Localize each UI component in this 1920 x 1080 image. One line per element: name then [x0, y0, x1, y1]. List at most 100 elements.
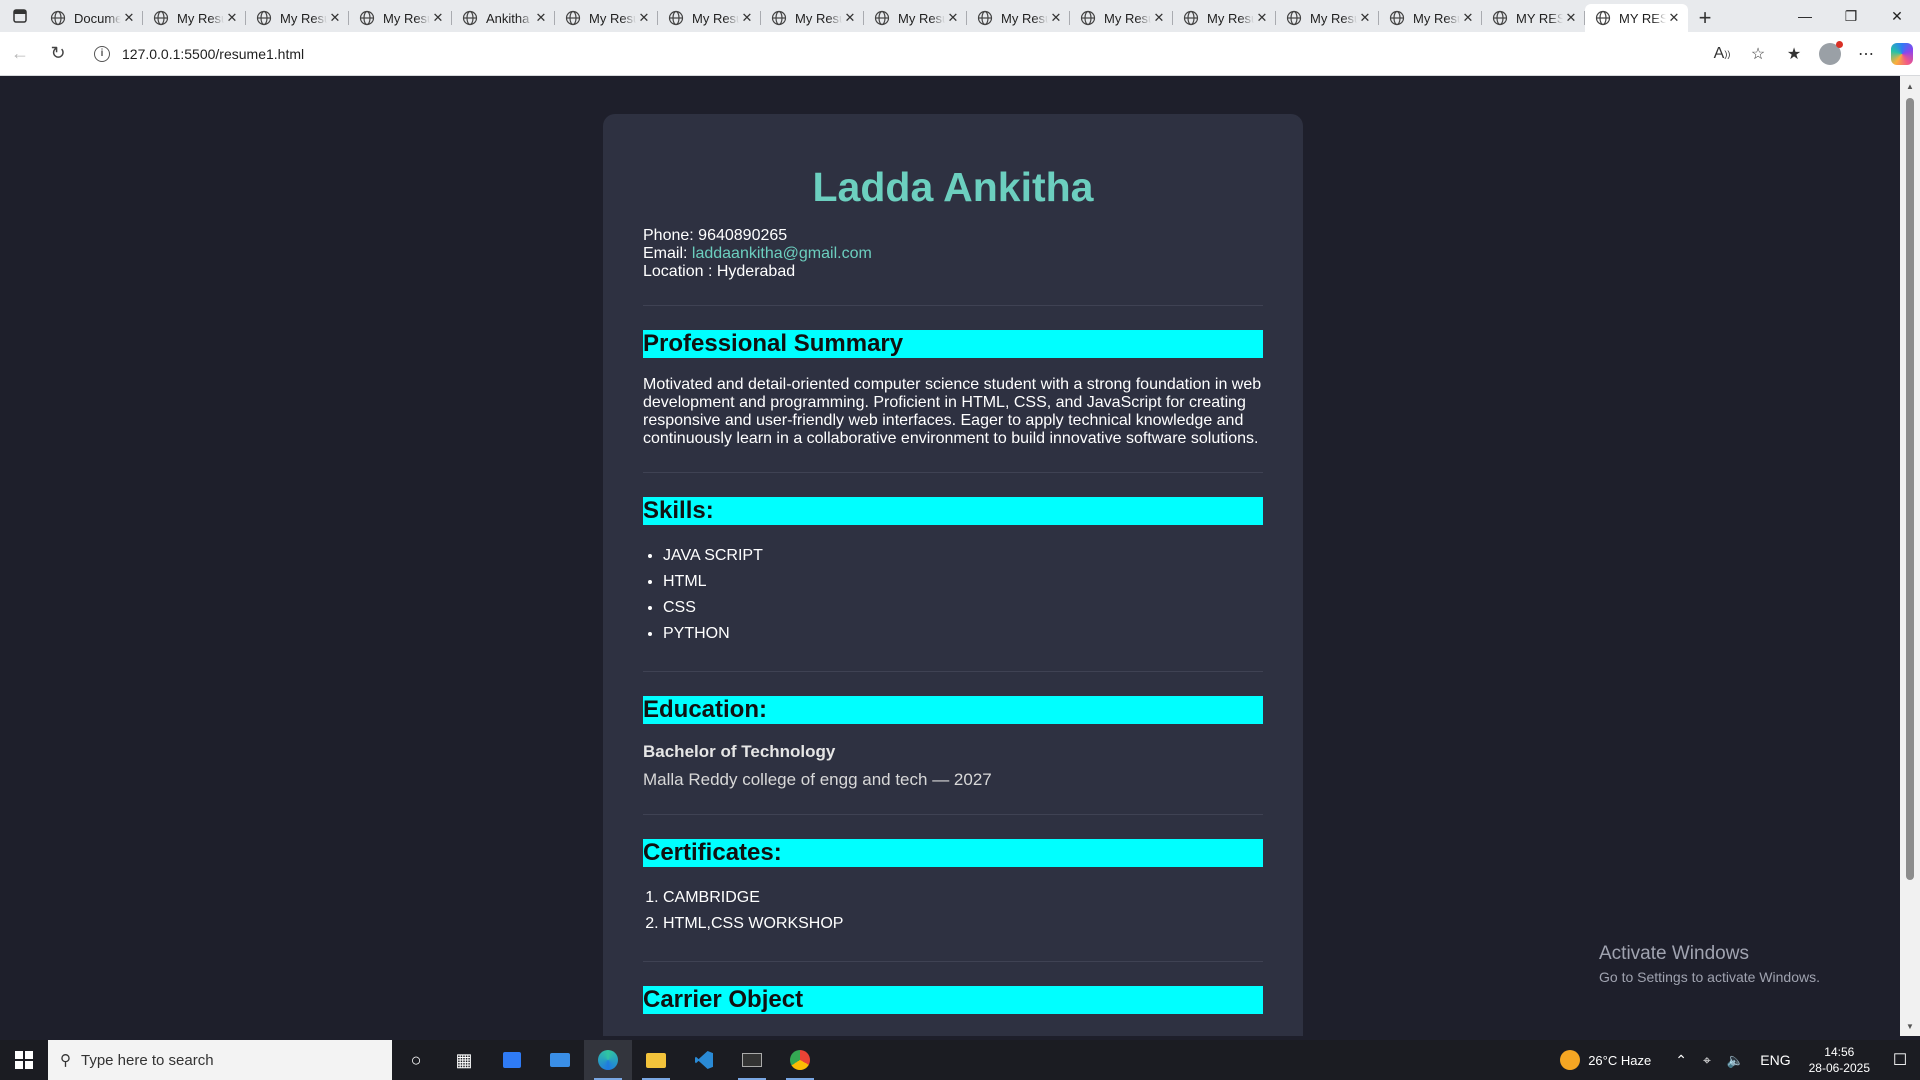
scroll-thumb[interactable] — [1906, 98, 1914, 880]
page-viewport: Ladda Ankitha Phone: 9640890265 Email: l… — [4, 76, 1900, 1036]
career-heading: Carrier Object — [643, 986, 1263, 1014]
watermark-title: Activate Windows — [1599, 943, 1749, 964]
mail-icon[interactable] — [536, 1040, 584, 1080]
browser-tab[interactable]: MY RES ✕ — [1585, 4, 1688, 32]
tab-list: Docume ✕ My Resu ✕ My Resu ✕ My Resu ✕ Ankitha ✕ M… — [40, 0, 1688, 32]
copilot-button[interactable] — [1884, 36, 1920, 72]
close-icon[interactable]: ✕ — [533, 10, 549, 26]
browser-tab[interactable]: My Resu ✕ — [349, 4, 452, 32]
close-icon[interactable]: ✕ — [945, 10, 961, 26]
close-icon[interactable]: ✕ — [430, 10, 446, 26]
profile-button[interactable] — [1812, 36, 1848, 72]
language-indicator[interactable]: ENG — [1760, 1052, 1790, 1068]
divider — [643, 671, 1263, 672]
browser-tab[interactable]: MY RES ✕ — [1482, 4, 1585, 32]
favorite-star-icon[interactable]: ☆ — [1740, 36, 1776, 72]
back-button[interactable]: ← — [2, 36, 38, 72]
vscode-icon[interactable] — [680, 1040, 728, 1080]
tab-title: MY RES — [1516, 10, 1563, 26]
close-icon[interactable]: ✕ — [121, 10, 137, 26]
chevron-up-icon[interactable]: ⌃ — [1675, 1052, 1687, 1069]
globe-icon — [565, 10, 581, 26]
scroll-up-icon[interactable]: ▲ — [1900, 78, 1920, 94]
tab-title: My Resu — [1207, 10, 1254, 26]
more-options-icon[interactable]: ⋯ — [1848, 36, 1884, 72]
refresh-button[interactable]: ↻ — [40, 36, 76, 72]
close-icon[interactable]: ✕ — [739, 10, 755, 26]
file-explorer-icon[interactable] — [632, 1040, 680, 1080]
browser-tab[interactable]: My Resu ✕ — [967, 4, 1070, 32]
browser-tab[interactable]: My Resu ✕ — [1276, 4, 1379, 32]
close-icon[interactable]: ✕ — [224, 10, 240, 26]
read-aloud-icon[interactable]: A)) — [1704, 36, 1740, 72]
favorites-icon[interactable]: ★ — [1776, 36, 1812, 72]
edge-icon[interactable] — [584, 1040, 632, 1080]
browser-tab[interactable]: Docume ✕ — [40, 4, 143, 32]
browser-tab[interactable]: My Resu ✕ — [1173, 4, 1276, 32]
url-field[interactable]: i 127.0.0.1:5500/resume1.html — [84, 39, 1684, 69]
notification-icon[interactable]: ☐ — [1880, 1050, 1920, 1070]
close-icon[interactable]: ✕ — [636, 10, 652, 26]
close-icon[interactable]: ✕ — [327, 10, 343, 26]
terminal-icon[interactable] — [728, 1040, 776, 1080]
close-icon[interactable]: ✕ — [1460, 10, 1476, 26]
tab-title: Ankitha — [486, 10, 530, 26]
clock[interactable]: 14:56 28-06-2025 — [1809, 1044, 1870, 1076]
browser-tab[interactable]: My Resu ✕ — [864, 4, 967, 32]
resume-name: Ladda Ankitha — [812, 164, 1094, 210]
watermark-subtitle: Go to Settings to activate Windows. — [1599, 969, 1820, 985]
start-button[interactable] — [0, 1040, 48, 1080]
tab-actions-button[interactable] — [0, 0, 40, 32]
browser-tab[interactable]: My Resu ✕ — [761, 4, 864, 32]
close-icon[interactable]: ✕ — [1563, 10, 1579, 26]
close-icon[interactable]: ✕ — [842, 10, 858, 26]
close-icon[interactable]: ✕ — [1357, 10, 1373, 26]
close-icon[interactable]: ✕ — [1048, 10, 1064, 26]
volume-icon[interactable]: 🔈 — [1727, 1052, 1744, 1069]
close-icon[interactable]: ✕ — [1666, 10, 1682, 26]
site-info-icon[interactable]: i — [94, 45, 110, 62]
email-label: Email: — [643, 245, 688, 262]
tab-title: My Resu — [898, 10, 945, 26]
list-item: JAVA SCRIPT — [663, 543, 1263, 569]
browser-tab[interactable]: Ankitha ✕ — [452, 4, 555, 32]
browser-tab[interactable]: My Resu ✕ — [246, 4, 349, 32]
url-text[interactable]: 127.0.0.1:5500/resume1.html — [122, 46, 304, 62]
globe-icon — [1389, 10, 1405, 26]
tab-title: My Resu — [589, 10, 636, 26]
browser-tab[interactable]: My Resu ✕ — [658, 4, 761, 32]
new-tab-button[interactable]: + — [1688, 4, 1722, 32]
cortana-icon[interactable]: ○ — [392, 1040, 440, 1080]
summary-heading: Professional Summary — [643, 330, 1263, 358]
location-value: Hyderabad — [716, 263, 796, 280]
close-icon[interactable]: ✕ — [1254, 10, 1270, 26]
taskbar-search[interactable]: ⚲ Type here to search — [48, 1040, 392, 1080]
close-icon[interactable]: ✕ — [1151, 10, 1167, 26]
restore-button[interactable]: ❐ — [1828, 0, 1874, 32]
globe-icon — [256, 10, 272, 26]
globe-icon — [874, 10, 890, 26]
store-icon[interactable] — [488, 1040, 536, 1080]
browser-tab[interactable]: My Resu ✕ — [143, 4, 246, 32]
email-link[interactable]: laddaankitha@gmail.com — [692, 245, 872, 262]
browser-tab[interactable]: My Resu ✕ — [1070, 4, 1173, 32]
globe-icon — [977, 10, 993, 26]
close-window-button[interactable]: ✕ — [1874, 0, 1920, 32]
list-item: CSS — [663, 595, 1263, 621]
weather-widget[interactable]: 26°C Haze — [1560, 1050, 1651, 1070]
network-icon[interactable]: ⌖ — [1703, 1052, 1711, 1069]
taskbar: ⚲ Type here to search ○ ▦ 26°C Haze ⌃ ⌖ … — [0, 1040, 1920, 1080]
clock-time: 14:56 — [1824, 1045, 1855, 1059]
task-view-icon[interactable]: ▦ — [440, 1040, 488, 1080]
chrome-icon[interactable] — [776, 1040, 824, 1080]
minimize-button[interactable]: — — [1782, 0, 1828, 32]
globe-icon — [1080, 10, 1096, 26]
education-heading: Education: — [643, 696, 1263, 724]
tab-actions-icon — [13, 9, 27, 23]
phone-label: Phone: — [643, 227, 694, 244]
browser-tab[interactable]: My Resu ✕ — [1379, 4, 1482, 32]
page-scrollbar[interactable]: ▲ ▼ — [1900, 76, 1920, 1036]
browser-tab[interactable]: My Resu ✕ — [555, 4, 658, 32]
list-item: CAMBRIDGE — [663, 885, 1263, 911]
scroll-down-icon[interactable]: ▼ — [1900, 1018, 1920, 1034]
